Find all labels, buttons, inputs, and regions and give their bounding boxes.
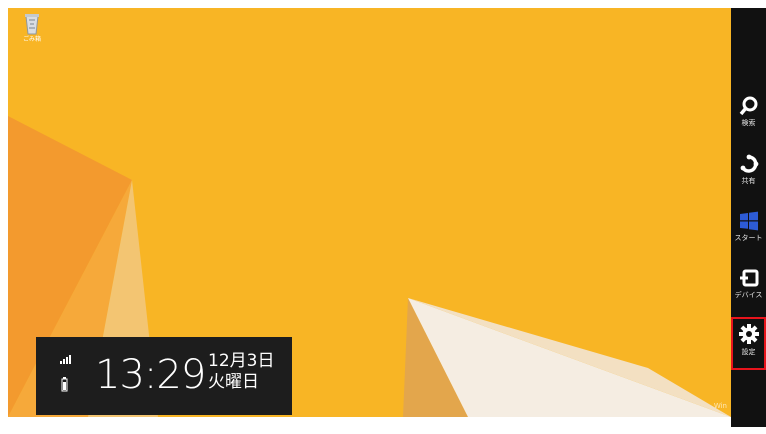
- devices-icon: [739, 269, 758, 287]
- status-icons: [60, 355, 71, 392]
- page-margin: [0, 427, 766, 434]
- share-icon: [740, 154, 758, 173]
- charm-settings[interactable]: 設定: [731, 317, 766, 370]
- recycle-bin-icon: [25, 14, 39, 35]
- charm-share-label: 共有: [741, 177, 756, 185]
- watermark-text: Win: [713, 402, 727, 410]
- charm-share[interactable]: 共有: [731, 154, 766, 202]
- battery-icon: [61, 377, 68, 392]
- windows-logo-icon: [739, 211, 758, 231]
- charm-start[interactable]: スタート: [731, 211, 766, 259]
- charm-settings-label: 設定: [741, 348, 756, 356]
- recycle-bin[interactable]: ごみ箱: [18, 12, 46, 52]
- charms-bar: 検索 共有 スタート デバイス 設定: [731, 8, 766, 434]
- charm-devices[interactable]: デバイス: [731, 268, 766, 316]
- time-date-overlay: 13:29 12月3日 火曜日: [36, 337, 292, 415]
- clock-date: 12月3日 火曜日: [208, 351, 274, 393]
- clock-time: 13:29: [95, 352, 206, 398]
- charm-search[interactable]: 検索: [731, 96, 766, 144]
- search-icon: [739, 96, 757, 116]
- recycle-bin-label: ごみ箱: [22, 36, 41, 43]
- clock-date-day: 12月3日: [208, 351, 275, 371]
- desktop: ごみ箱 13:29 12月3日 火曜日 Win: [8, 8, 731, 417]
- signal-icon: [60, 355, 71, 364]
- charm-start-label: スタート: [734, 234, 763, 242]
- charm-search-label: 検索: [741, 119, 756, 127]
- gear-icon: [738, 324, 759, 344]
- clock-date-weekday: 火曜日: [208, 372, 259, 392]
- charm-devices-label: デバイス: [734, 291, 763, 299]
